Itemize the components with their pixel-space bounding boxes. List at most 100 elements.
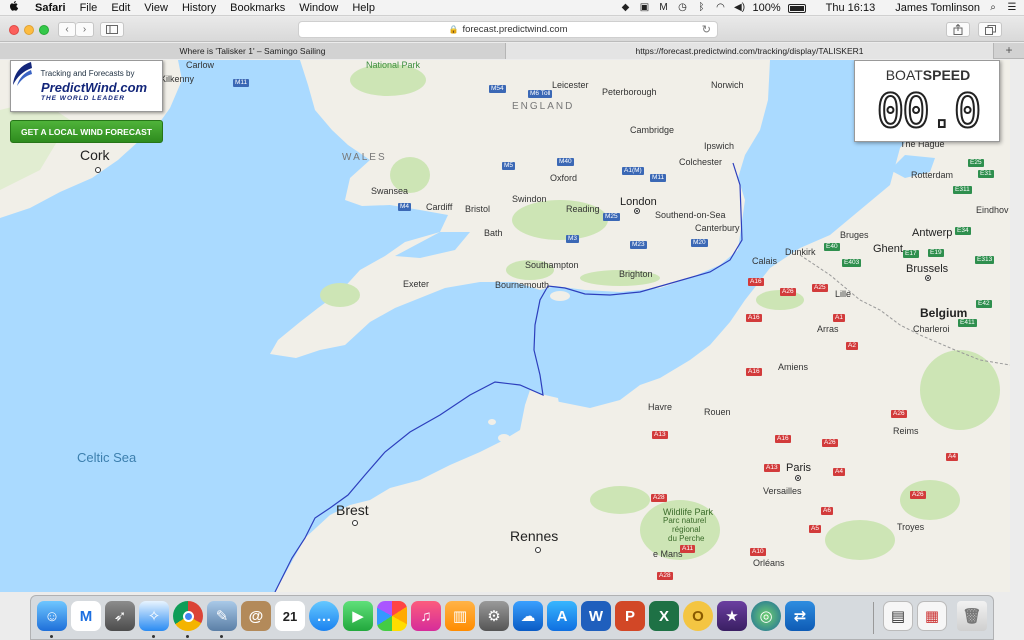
- tab-bar: Where is 'Talisker 1' – Samingo Sailing …: [0, 43, 1024, 59]
- reload-icon[interactable]: ↻: [702, 23, 711, 36]
- spotlight-icon[interactable]: ⌕: [987, 3, 999, 13]
- local-wind-forecast-button[interactable]: GET A LOCAL WIND FORECAST: [10, 120, 163, 143]
- road-shield: A26: [910, 491, 926, 499]
- road-shield: M23: [630, 241, 647, 249]
- road-shield: A5: [809, 525, 821, 533]
- contacts-icon[interactable]: @: [241, 601, 271, 631]
- app-store-icon[interactable]: A: [547, 601, 577, 631]
- running-indicator: [220, 635, 223, 638]
- maps-globe-icon[interactable]: ◎: [751, 601, 781, 631]
- malwarebytes-icon[interactable]: M: [658, 3, 670, 13]
- address-text: forecast.predictwind.com: [462, 24, 568, 35]
- teamviewer-icon[interactable]: ⇄: [785, 601, 815, 631]
- menu-window[interactable]: Window: [292, 2, 345, 14]
- trash-icon[interactable]: 🗑: [957, 601, 987, 631]
- powerpoint-icon[interactable]: P: [615, 601, 645, 631]
- road-shield: A11: [680, 545, 696, 553]
- word-icon[interactable]: W: [581, 601, 611, 631]
- city-bristol: Bristol: [465, 204, 491, 214]
- tab-samingo[interactable]: Where is 'Talisker 1' – Samingo Sailing: [0, 43, 506, 59]
- launchpad-icon[interactable]: ➶: [105, 601, 135, 631]
- wifi-icon[interactable]: ◠: [715, 3, 727, 13]
- city-bruges: Bruges: [840, 230, 869, 240]
- outlook-icon[interactable]: O: [683, 601, 713, 631]
- opera-or-cloud-icon[interactable]: ☁: [513, 601, 543, 631]
- battery-icon[interactable]: [787, 3, 806, 13]
- chrome-icon[interactable]: [173, 601, 203, 631]
- time-machine-icon[interactable]: ◷: [677, 3, 689, 13]
- map-view[interactable]: Kilkenny Carlow Cork National Park ENGLA…: [0, 60, 1010, 592]
- city-havre: Havre: [648, 402, 673, 412]
- minimized-window-icon[interactable]: ▤: [883, 601, 913, 631]
- downloads-stack-icon[interactable]: ▦: [917, 601, 947, 631]
- menu-edit[interactable]: Edit: [104, 2, 137, 14]
- city-cork: Cork: [80, 147, 110, 163]
- menu-help[interactable]: Help: [345, 2, 382, 14]
- photos-icon[interactable]: [377, 601, 407, 631]
- city-exeter: Exeter: [403, 279, 430, 289]
- menu-history[interactable]: History: [175, 2, 223, 14]
- road-shield: A28: [651, 494, 667, 502]
- new-tab-button[interactable]: +: [994, 43, 1024, 59]
- city-dunkirk: Dunkirk: [785, 247, 816, 257]
- share-icon: [953, 24, 963, 35]
- show-tabs-button[interactable]: [978, 22, 1002, 37]
- city-southend: Southend-on-Sea: [655, 210, 726, 220]
- road-shield: E34: [955, 227, 971, 235]
- chevron-right-icon: ›: [82, 24, 87, 35]
- city-calais: Calais: [752, 256, 778, 266]
- menu-bookmarks[interactable]: Bookmarks: [223, 2, 292, 14]
- safari-toolbar: ‹ › 🔒 forecast.predictwind.com ↻: [0, 17, 1024, 42]
- safari-icon[interactable]: ✧: [139, 601, 169, 631]
- window-close-button[interactable]: [9, 25, 19, 35]
- dropbox-icon[interactable]: ◆: [620, 3, 632, 13]
- address-bar[interactable]: 🔒 forecast.predictwind.com ↻: [298, 21, 718, 38]
- city-southampton: Southampton: [525, 260, 579, 270]
- window-fullscreen-button[interactable]: [39, 25, 49, 35]
- clock[interactable]: Thu 16:13: [826, 2, 876, 14]
- bluetooth-icon[interactable]: ᛒ: [696, 3, 708, 13]
- sidebar-button[interactable]: [100, 22, 124, 37]
- battery-percent: 100%: [752, 2, 781, 14]
- tab-predictwind-tracking[interactable]: https://forecast.predictwind.com/trackin…: [506, 43, 994, 59]
- system-preferences-icon[interactable]: ⚙: [479, 601, 509, 631]
- back-button[interactable]: ‹: [58, 22, 76, 37]
- running-indicator: [50, 635, 53, 638]
- predictwind-logo[interactable]: Tracking and Forecasts by PredictWind.co…: [10, 60, 163, 112]
- road-shield: E411: [958, 319, 977, 327]
- road-shield: E17: [903, 250, 919, 258]
- ibooks-icon[interactable]: ▥: [445, 601, 475, 631]
- notification-center-icon[interactable]: ☰: [1006, 3, 1018, 13]
- city-arras: Arras: [817, 324, 839, 334]
- user-name[interactable]: James Tomlinson: [895, 2, 980, 14]
- menu-file[interactable]: File: [73, 2, 105, 14]
- imovie-icon[interactable]: ★: [717, 601, 747, 631]
- menu-view[interactable]: View: [137, 2, 175, 14]
- road-shield: M6 Toll: [528, 90, 553, 98]
- itunes-icon[interactable]: ♫: [411, 601, 441, 631]
- city-leicester: Leicester: [552, 80, 589, 90]
- brussels-marker: [925, 275, 931, 281]
- share-button[interactable]: [946, 22, 970, 37]
- calendar-icon[interactable]: 21: [275, 601, 305, 631]
- facetime-icon[interactable]: ▶: [343, 601, 373, 631]
- preview-icon[interactable]: ✎: [207, 601, 237, 631]
- apple-menu-icon[interactable]: [0, 0, 28, 15]
- running-indicator: [152, 635, 155, 638]
- road-shield: A1: [833, 314, 845, 322]
- finder-icon[interactable]: ☺: [37, 601, 67, 631]
- running-indicator: [186, 635, 189, 638]
- lock-icon: 🔒: [448, 25, 459, 34]
- window-minimize-button[interactable]: [24, 25, 34, 35]
- road-shield: E42: [976, 300, 992, 308]
- road-shield: A25: [812, 284, 828, 292]
- backup-icon[interactable]: ▣: [639, 3, 651, 13]
- messages-icon[interactable]: …: [309, 601, 339, 631]
- volume-icon[interactable]: ◀): [734, 3, 746, 13]
- forward-button[interactable]: ›: [76, 22, 94, 37]
- city-amiens: Amiens: [778, 362, 809, 372]
- menu-app-name[interactable]: Safari: [28, 2, 73, 14]
- road-shield: A26: [891, 410, 907, 418]
- malwarebytes-icon[interactable]: M: [71, 601, 101, 631]
- excel-icon[interactable]: X: [649, 601, 679, 631]
